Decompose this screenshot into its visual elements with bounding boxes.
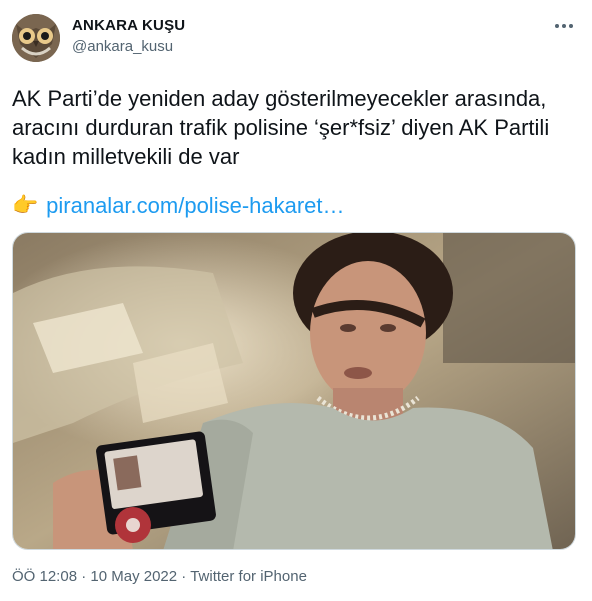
more-options-button[interactable] xyxy=(552,14,576,38)
meta-separator: · xyxy=(81,568,87,585)
author-handle[interactable]: @ankara_kusu xyxy=(72,38,173,55)
author-name[interactable]: ANKARA KUŞU xyxy=(72,17,185,34)
tweet-date[interactable]: 10 May 2022 xyxy=(90,568,177,585)
meta-separator: · xyxy=(181,568,187,585)
tweet-card: ANKARA KUŞU @ankara_kusu AK Parti’de yen… xyxy=(0,0,592,601)
link-row: 👉 piranalar.com/polise-hakaret… xyxy=(12,191,345,220)
photo-woman-in-car xyxy=(13,233,575,549)
author-avatar[interactable] xyxy=(12,14,60,62)
media-image[interactable] xyxy=(12,232,576,550)
tweet-meta: ÖÖ 12:08 · 10 May 2022 · Twitter for iPh… xyxy=(12,568,307,585)
more-dots-icon xyxy=(555,24,573,28)
tweet-time[interactable]: ÖÖ 12:08 xyxy=(12,568,77,585)
tweet-source[interactable]: Twitter for iPhone xyxy=(190,568,307,585)
article-link[interactable]: piranalar.com/polise-hakaret… xyxy=(46,191,344,220)
pointing-hand-icon: 👉 xyxy=(12,194,39,217)
owl-avatar-image xyxy=(12,14,60,62)
tweet-text: AK Parti’de yeniden aday gösterilmeyecek… xyxy=(12,86,550,169)
